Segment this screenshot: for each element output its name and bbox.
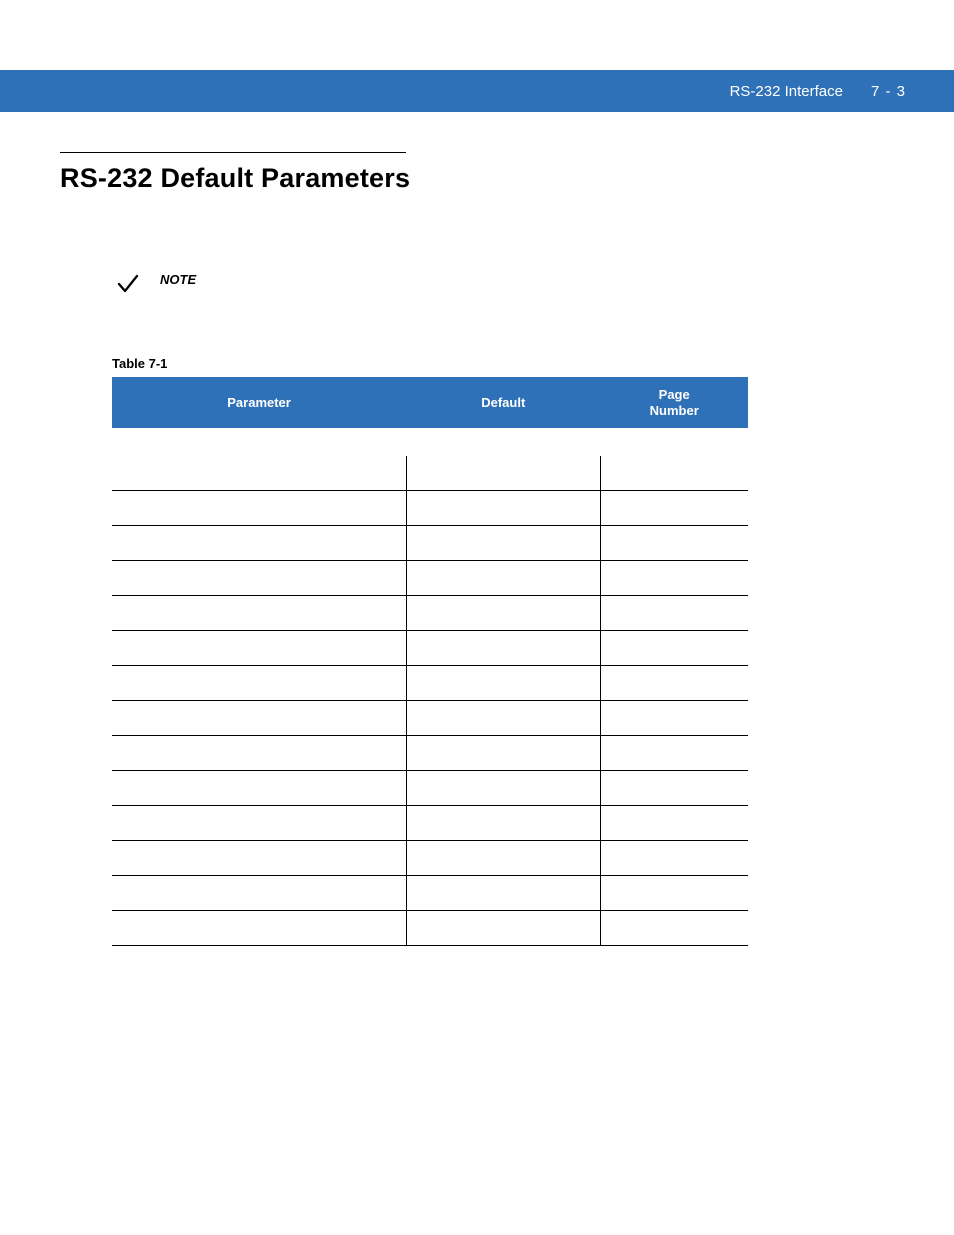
section-title: RS-232 Default Parameters: [60, 163, 904, 194]
cell-page-number: [600, 561, 748, 596]
cell-page-number: [600, 631, 748, 666]
cell-default: [406, 771, 600, 806]
title-rule: [60, 152, 406, 153]
cell-page-number: [600, 596, 748, 631]
parameters-table: Parameter Default Page Number: [112, 377, 748, 946]
cell-default: [406, 736, 600, 771]
table-section-cell: [112, 428, 748, 456]
table-row: [112, 841, 748, 876]
cell-parameter: [112, 771, 406, 806]
cell-parameter: [112, 596, 406, 631]
cell-default: [406, 561, 600, 596]
note-label: NOTE: [160, 272, 196, 287]
table-caption: Table 7-1: [112, 356, 748, 371]
cell-parameter: [112, 456, 406, 491]
cell-parameter: [112, 526, 406, 561]
cell-parameter: [112, 841, 406, 876]
cell-page-number: [600, 736, 748, 771]
table-row: [112, 876, 748, 911]
cell-parameter: [112, 631, 406, 666]
page-header-bar: RS-232 Interface 7 - 3: [0, 70, 954, 112]
table-row: [112, 666, 748, 701]
table-row: [112, 456, 748, 491]
cell-default: [406, 596, 600, 631]
cell-default: [406, 526, 600, 561]
table-row: [112, 631, 748, 666]
col-header-parameter: Parameter: [112, 377, 406, 428]
cell-page-number: [600, 456, 748, 491]
cell-parameter: [112, 876, 406, 911]
cell-default: [406, 911, 600, 946]
cell-default: [406, 876, 600, 911]
cell-parameter: [112, 561, 406, 596]
check-icon: [116, 272, 140, 296]
cell-parameter: [112, 911, 406, 946]
table-header-row: Parameter Default Page Number: [112, 377, 748, 428]
page-content: RS-232 Default Parameters NOTE Table 7-1…: [0, 152, 954, 946]
table-row: [112, 701, 748, 736]
cell-default: [406, 456, 600, 491]
table-section-row: [112, 428, 748, 456]
table-row: [112, 596, 748, 631]
cell-parameter: [112, 806, 406, 841]
table-row: [112, 561, 748, 596]
cell-page-number: [600, 491, 748, 526]
cell-page-number: [600, 526, 748, 561]
cell-parameter: [112, 701, 406, 736]
table-row: [112, 736, 748, 771]
cell-default: [406, 806, 600, 841]
cell-default: [406, 701, 600, 736]
cell-page-number: [600, 911, 748, 946]
cell-default: [406, 631, 600, 666]
cell-page-number: [600, 841, 748, 876]
cell-default: [406, 666, 600, 701]
table-row: [112, 911, 748, 946]
table-block: Table 7-1 Parameter Default Page Number: [112, 356, 748, 946]
cell-default: [406, 491, 600, 526]
col-header-default: Default: [406, 377, 600, 428]
cell-parameter: [112, 491, 406, 526]
cell-page-number: [600, 806, 748, 841]
col-header-page-number: Page Number: [600, 377, 748, 428]
table-row: [112, 491, 748, 526]
cell-page-number: [600, 771, 748, 806]
header-title: RS-232 Interface: [730, 83, 843, 100]
table-row: [112, 806, 748, 841]
cell-parameter: [112, 666, 406, 701]
cell-page-number: [600, 666, 748, 701]
top-margin: [0, 0, 954, 70]
cell-default: [406, 841, 600, 876]
table-row: [112, 526, 748, 561]
note-callout: NOTE: [116, 272, 904, 296]
cell-parameter: [112, 736, 406, 771]
cell-page-number: [600, 876, 748, 911]
table-row: [112, 771, 748, 806]
cell-page-number: [600, 701, 748, 736]
header-page-number: 7 - 3: [871, 83, 906, 100]
